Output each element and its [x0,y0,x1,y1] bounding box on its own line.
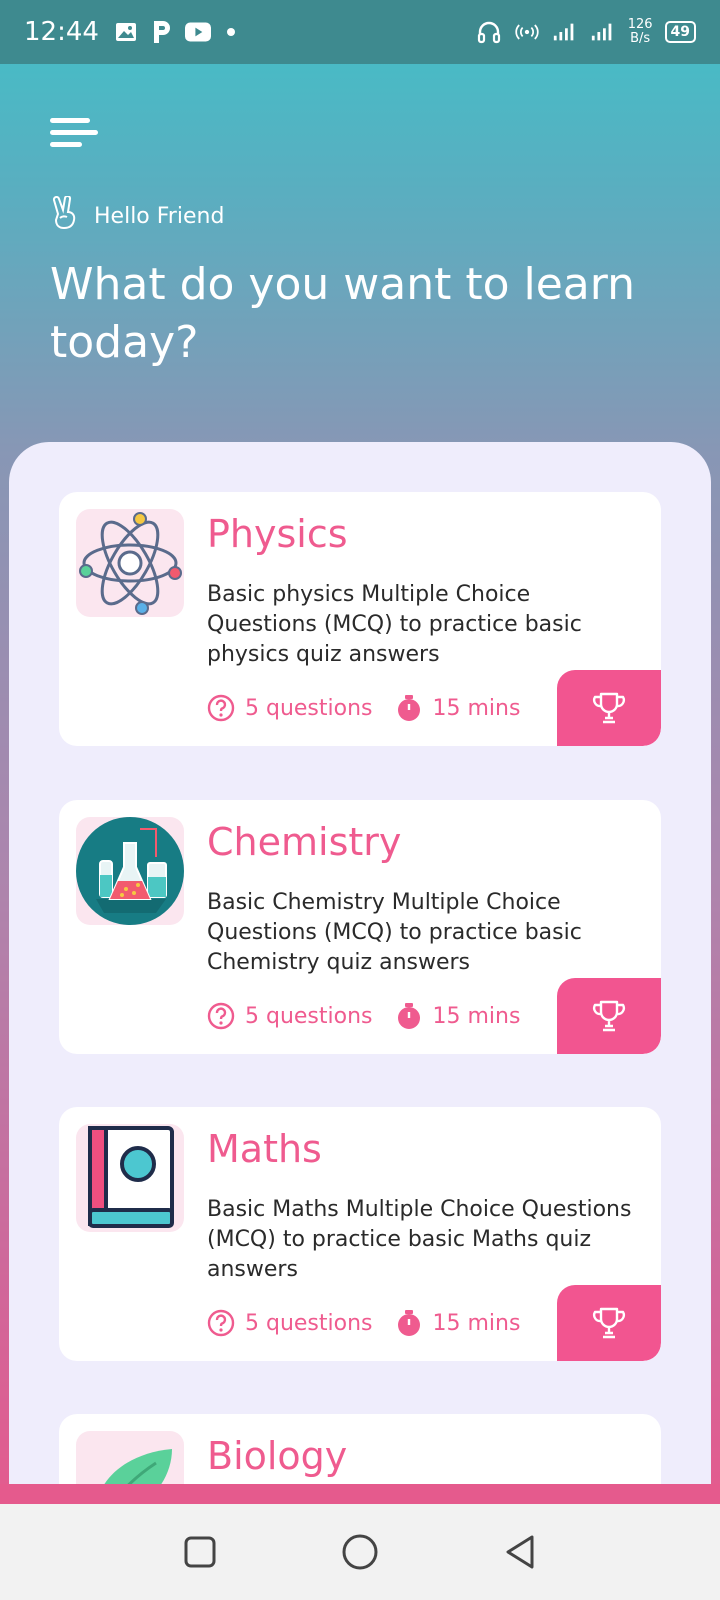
biology-thumbnail [76,1431,184,1484]
headphones-icon [476,19,502,45]
course-title: Maths [207,1127,322,1171]
course-meta: 5 questions 15 mins [207,694,542,722]
signal-icon-2 [590,19,616,45]
course-description: Basic Maths Multiple Choice Questions (M… [207,1197,632,1282]
trophy-icon [592,692,626,724]
duration-label: 15 mins [432,1310,521,1336]
network-speed: 126 B/s [628,18,653,46]
question-count: 5 questions [207,694,373,722]
stopwatch-icon [397,1003,420,1029]
question-count-label: 5 questions [245,695,373,721]
course-title: Chemistry [207,820,402,864]
square-icon [184,1536,216,1568]
question-count: 5 questions [207,1309,373,1337]
network-speed-value: 126 [627,17,653,32]
circle-icon [342,1534,378,1570]
battery-indicator: 49 [664,21,696,43]
home-button[interactable] [330,1522,390,1582]
question-count-label: 5 questions [245,1310,373,1336]
course-meta: 5 questions 15 mins [207,1309,542,1337]
greeting: Hello Friend [50,194,225,236]
status-time: 12:44 [24,17,99,47]
question-circle-icon [207,1002,235,1030]
book-icon [88,1126,174,1228]
course-description: Basic Chemistry Multiple Choice Question… [207,890,582,975]
stopwatch-icon [397,1310,420,1336]
bottom-divider [0,1484,720,1504]
recents-button[interactable] [170,1522,230,1582]
start-quiz-button[interactable] [557,670,661,746]
system-navigation-bar [0,1504,720,1600]
course-card-biology[interactable]: Biology [59,1414,661,1484]
question-count: 5 questions [207,1002,373,1030]
stopwatch-icon [397,695,420,721]
course-title: Physics [207,512,348,556]
youtube-icon [184,19,211,45]
p-app-icon [149,19,175,45]
status-bar: 12:44 126 B/s 49 [0,0,720,64]
menu-button[interactable] [46,110,102,154]
course-card-maths[interactable]: Maths Basic Maths Multiple Choice Questi… [59,1107,661,1361]
maths-thumbnail [76,1124,184,1232]
question-count-label: 5 questions [245,1003,373,1029]
duration: 15 mins [395,694,521,722]
notification-icons [113,19,235,45]
chemistry-thumbnail [76,817,184,925]
system-icons: 126 B/s 49 [476,18,696,46]
atom-icon [79,512,182,615]
duration-label: 15 mins [432,695,521,721]
start-quiz-button[interactable] [557,1285,661,1361]
course-description: Basic physics Multiple Choice Questions … [207,582,582,667]
menu-icon [50,118,90,123]
duration-label: 15 mins [432,1003,521,1029]
back-button[interactable] [490,1522,550,1582]
image-icon [113,19,139,45]
trophy-icon [592,1307,626,1339]
leaf-icon [104,1449,172,1484]
more-notifications-dot [226,28,235,36]
peace-hand-icon [50,194,80,236]
course-title: Biology [207,1434,348,1478]
flask-icon [76,817,184,925]
course-meta: 5 questions 15 mins [207,1002,542,1030]
trophy-icon [592,1000,626,1032]
menu-icon-line [50,142,82,147]
greeting-text: Hello Friend [94,203,225,229]
network-speed-unit: B/s [630,31,651,46]
question-circle-icon [207,1309,235,1337]
course-card-chemistry[interactable]: Chemistry Basic Chemistry Multiple Choic… [59,800,661,1054]
back-triangle-icon [506,1535,534,1569]
course-card-physics[interactable]: Physics Basic physics Multiple Choice Qu… [59,492,661,746]
duration: 15 mins [395,1309,521,1337]
menu-icon-line [50,130,98,135]
hotspot-icon [514,19,540,45]
start-quiz-button[interactable] [557,978,661,1054]
page-title: What do you want to learn today? [50,259,635,368]
physics-thumbnail [76,509,184,617]
question-circle-icon [207,694,235,722]
duration: 15 mins [395,1002,521,1030]
signal-icon-1 [552,19,578,45]
